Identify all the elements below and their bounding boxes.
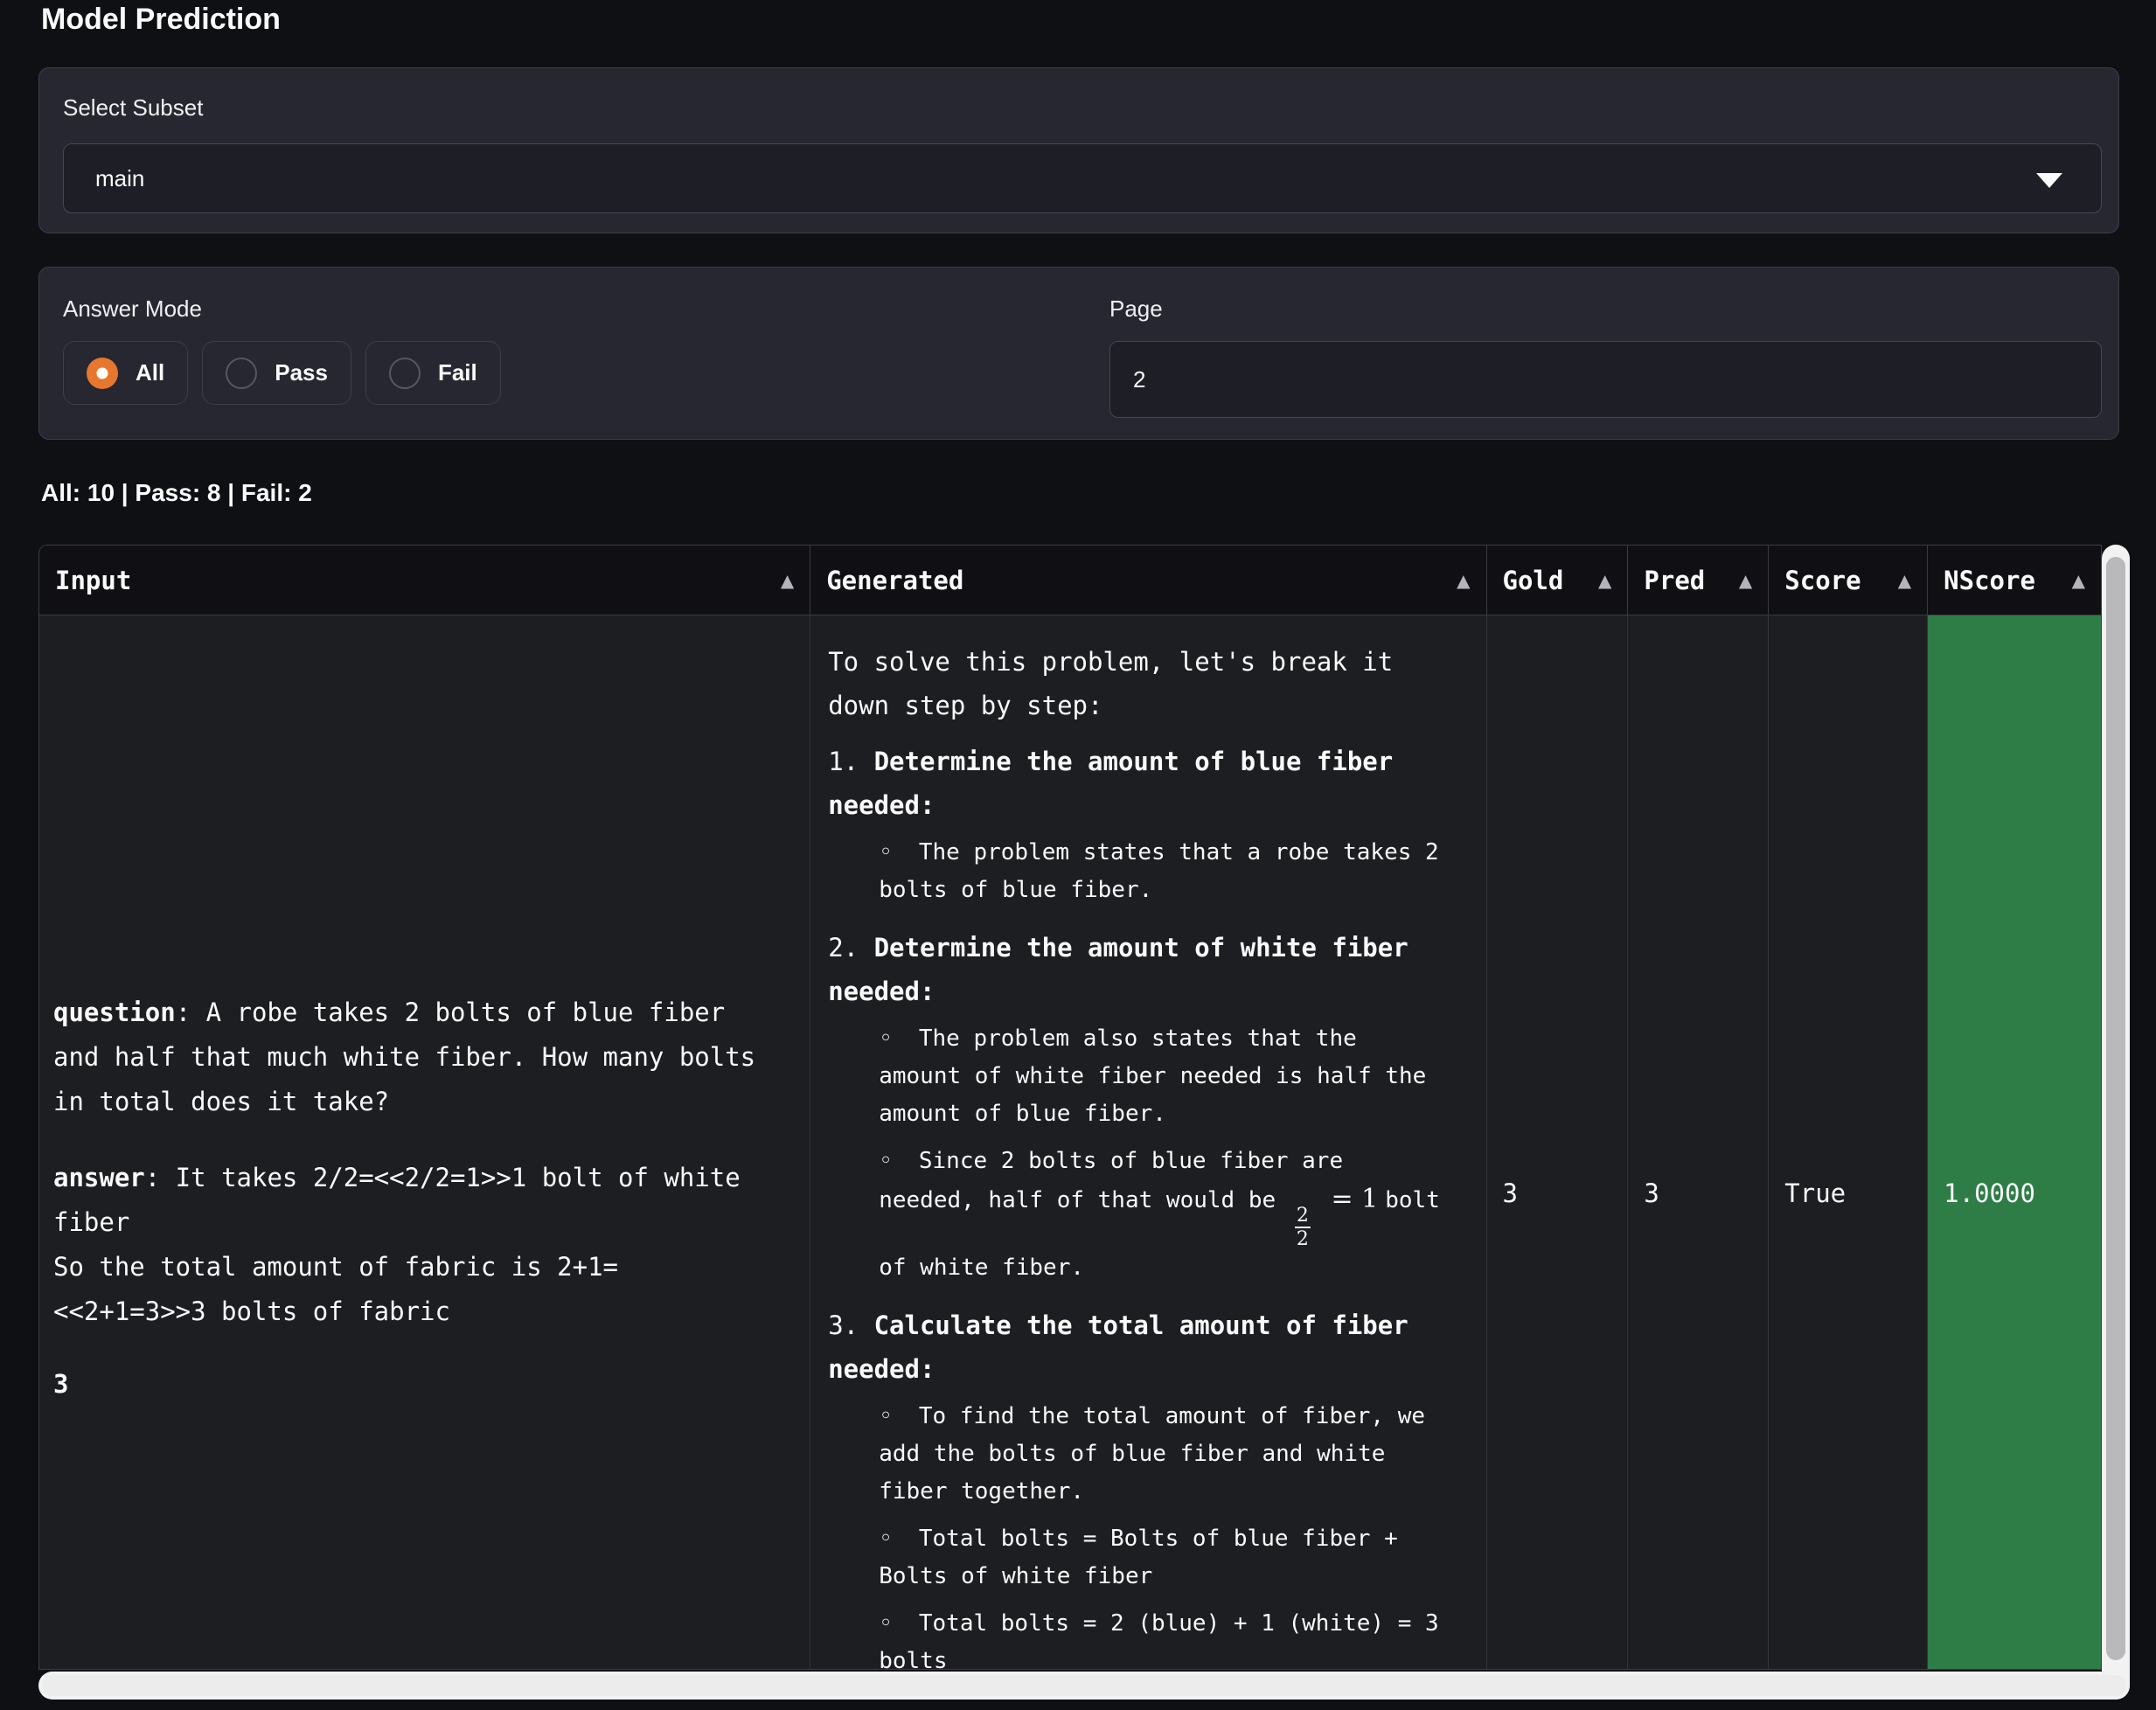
- final-answer: 3: [53, 1369, 68, 1399]
- radio-option-pass[interactable]: Pass: [202, 341, 351, 405]
- generated-bullet: ◦The problem states that a robe takes 2 …: [828, 834, 1442, 909]
- generated-step-3: 3. Calculate the total amount of fiber n…: [828, 1303, 1442, 1391]
- radio-unselected-icon: [389, 358, 421, 389]
- results-table: Input ▲ Generated ▲ Gold ▲ Pred ▲ Score: [38, 545, 2130, 1703]
- answer-mode-panel: Answer Mode All Pass Fail Page 2: [38, 267, 2119, 440]
- page-input-value: 2: [1110, 366, 1145, 393]
- generated-bullet: ◦To find the total amount of fiber, we a…: [828, 1398, 1442, 1511]
- cell-gold: 3: [1487, 615, 1629, 1670]
- column-header-generated[interactable]: Generated ▲: [810, 546, 1486, 615]
- radio-selected-icon: [87, 358, 118, 389]
- bullet-icon: ◦: [879, 1526, 919, 1552]
- generated-bullet-fraction: ◦Since 2 bolts of blue fiber are needed,…: [828, 1143, 1442, 1287]
- sort-ascending-icon[interactable]: ▲: [769, 570, 794, 591]
- fraction-expression: 22: [1295, 1206, 1311, 1249]
- chevron-down-icon: [2036, 173, 2062, 188]
- radio-option-fail[interactable]: Fail: [365, 341, 501, 405]
- subset-selected-value: main: [64, 165, 144, 192]
- sort-ascending-icon[interactable]: ▲: [1586, 570, 1611, 591]
- table-vertical-scrollbar[interactable]: [2102, 545, 2130, 1700]
- cell-input: question: A robe takes 2 bolts of blue f…: [39, 615, 810, 1670]
- generated-bullet: ◦Total bolts = Bolts of blue fiber + Bol…: [828, 1520, 1442, 1595]
- column-header-gold[interactable]: Gold ▲: [1487, 546, 1629, 615]
- bullet-icon: ◦: [879, 839, 919, 865]
- table-header-row: Input ▲ Generated ▲ Gold ▲ Pred ▲ Score: [39, 546, 2101, 615]
- app-root: Model Prediction Select Subset main Answ…: [0, 0, 2156, 1710]
- cell-pred: 3: [1628, 615, 1769, 1670]
- generated-step-1: 1. Determine the amount of blue fiber ne…: [828, 740, 1442, 827]
- table-row: question: A robe takes 2 bolts of blue f…: [39, 615, 2101, 1670]
- column-header-nscore[interactable]: NScore ▲: [1928, 546, 2101, 615]
- horizontal-scrollbar-thumb[interactable]: [42, 1675, 2126, 1696]
- sort-ascending-icon[interactable]: ▲: [1886, 570, 1911, 591]
- sort-ascending-icon[interactable]: ▲: [1444, 570, 1470, 591]
- input-text: question: A robe takes 2 bolts of blue f…: [53, 991, 763, 1407]
- bullet-icon: ◦: [879, 1148, 919, 1174]
- column-header-score[interactable]: Score ▲: [1769, 546, 1928, 615]
- column-header-pred[interactable]: Pred ▲: [1628, 546, 1769, 615]
- page-label: Page: [1109, 295, 1163, 323]
- generated-bullet: ◦Total bolts = 2 (blue) + 1 (white) = 3 …: [828, 1605, 1442, 1670]
- answer-mode-label: Answer Mode: [63, 295, 202, 323]
- page-input[interactable]: 2: [1109, 341, 2102, 418]
- table-horizontal-scrollbar[interactable]: [38, 1672, 2130, 1700]
- cell-generated: To solve this problem, let's break it do…: [810, 615, 1486, 1670]
- bullet-icon: ◦: [879, 1403, 919, 1429]
- subset-label: Select Subset: [63, 94, 203, 122]
- vertical-scrollbar-thumb[interactable]: [2106, 557, 2125, 1660]
- radio-unselected-icon: [226, 358, 257, 389]
- generated-step-2: 2. Determine the amount of white fiber n…: [828, 926, 1442, 1013]
- column-header-input[interactable]: Input ▲: [39, 546, 810, 615]
- page-title: Model Prediction: [41, 0, 281, 38]
- subset-panel: Select Subset main: [38, 67, 2119, 233]
- table-cells: Input ▲ Generated ▲ Gold ▲ Pred ▲ Score: [38, 545, 2102, 1670]
- subset-select[interactable]: main: [63, 143, 2102, 213]
- bullet-icon: ◦: [879, 1610, 919, 1637]
- sort-ascending-icon[interactable]: ▲: [1727, 570, 1752, 591]
- generated-bullet: ◦The problem also states that the amount…: [828, 1020, 1442, 1133]
- generated-text: To solve this problem, let's break it do…: [828, 640, 1442, 1670]
- answer-mode-radio-group: All Pass Fail: [63, 341, 501, 405]
- radio-option-all[interactable]: All: [63, 341, 188, 405]
- bullet-icon: ◦: [879, 1025, 919, 1052]
- cell-nscore: 1.0000: [1928, 615, 2101, 1670]
- sort-ascending-icon[interactable]: ▲: [2060, 570, 2085, 591]
- cell-score: True: [1769, 615, 1928, 1670]
- status-counts: All: 10 | Pass: 8 | Fail: 2: [41, 479, 312, 507]
